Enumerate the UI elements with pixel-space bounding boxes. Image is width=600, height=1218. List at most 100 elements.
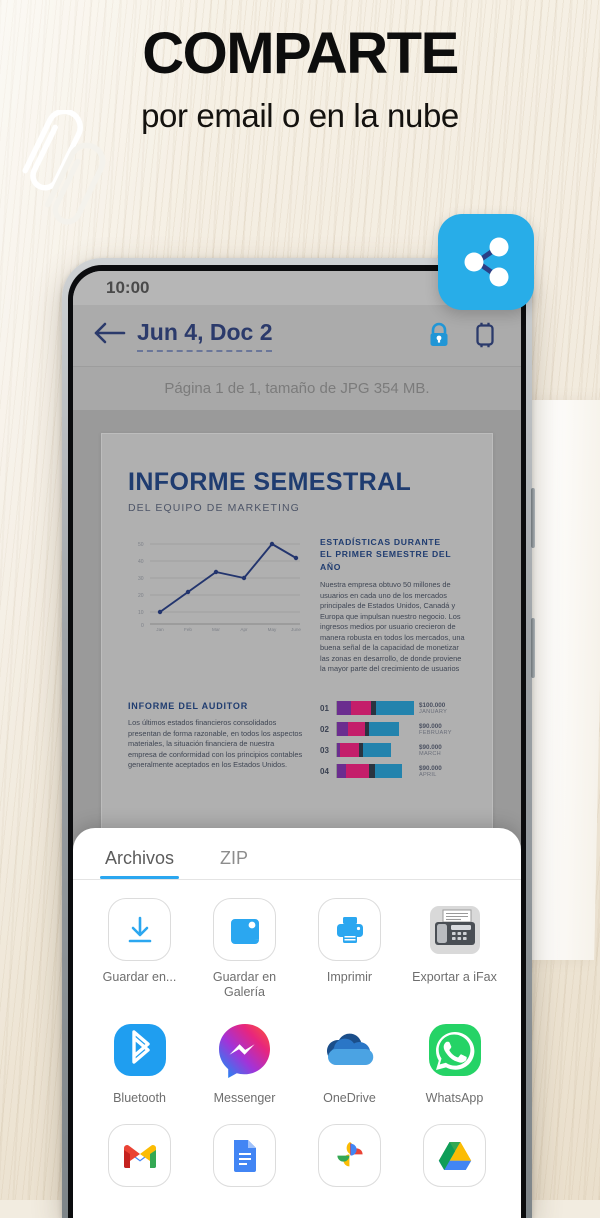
line-chart: 50 40 30 20 10 0 Jan Feb Mar Apr May Jun… <box>128 536 304 632</box>
bar-chart-row: 02 $90.000 FEBRUARY <box>320 722 466 736</box>
share-target-label: WhatsApp <box>425 1090 484 1105</box>
svg-text:50: 50 <box>138 542 144 548</box>
document-heading: INFORME SEMESTRAL <box>128 468 412 496</box>
bar-chart: 01 $100.000 JANUARY 02 $90.000 FEBRUARY … <box>320 701 466 785</box>
share-target-guardar-galeria[interactable]: Guardar en Galería <box>192 898 297 1001</box>
volume-down-button[interactable] <box>531 618 535 678</box>
share-target-label: Bluetooth <box>113 1090 166 1105</box>
stats-heading-line2: EL PRIMER SEMESTRE DEL AÑO <box>320 549 452 572</box>
share-target-google-docs[interactable] <box>192 1123 297 1196</box>
share-target-whatsapp[interactable]: WhatsApp <box>402 1019 507 1106</box>
bar-month: FEBRUARY <box>419 729 452 736</box>
share-target-label: Exportar a iFax <box>412 970 497 984</box>
gallery-icon <box>213 898 276 961</box>
svg-text:Feb: Feb <box>184 627 192 632</box>
app-bar: Jun 4, Doc 2 <box>73 305 521 367</box>
bar-segment <box>340 743 359 757</box>
bar-track <box>336 722 414 736</box>
crop-frame-icon[interactable] <box>471 321 501 351</box>
gmail-icon <box>108 1123 171 1187</box>
svg-text:Mar: Mar <box>212 627 220 632</box>
document-title-field[interactable]: Jun 4, Doc 2 <box>137 319 409 352</box>
share-target-google-photos[interactable] <box>297 1123 402 1196</box>
bar-segment <box>376 701 414 715</box>
share-target-guardar-en[interactable]: Guardar en... <box>87 898 192 1001</box>
share-target-label: Guardar en Galería <box>212 970 277 1000</box>
share-target-imprimir[interactable]: Imprimir <box>297 898 402 1001</box>
bar-index: 02 <box>320 724 329 734</box>
share-sheet-tabs: Archivos ZIP <box>73 828 521 880</box>
share-target-label: Guardar en... <box>102 970 177 984</box>
whatsapp-icon <box>423 1019 486 1082</box>
bar-track <box>336 701 414 715</box>
stats-heading-line1: ESTADÍSTICAS DURANTE <box>320 537 441 547</box>
google-photos-icon <box>318 1123 381 1187</box>
svg-text:June: June <box>291 627 301 632</box>
share-target-gmail[interactable] <box>87 1123 192 1196</box>
line-chart-column: 50 40 30 20 10 0 Jan Feb Mar Apr May Jun… <box>128 536 304 675</box>
bar-track <box>336 743 414 757</box>
svg-text:40: 40 <box>138 559 144 565</box>
share-target-ifax[interactable]: Exportar a iFax <box>402 898 507 1001</box>
share-target-label: Imprimir <box>326 970 373 984</box>
google-docs-icon <box>213 1123 276 1187</box>
svg-text:May: May <box>268 627 277 632</box>
tab-zip[interactable]: ZIP <box>218 848 250 879</box>
share-target-google-drive[interactable] <box>402 1123 507 1196</box>
share-badge[interactable] <box>438 214 534 310</box>
bar-track <box>336 764 414 778</box>
bar-chart-row: 01 $100.000 JANUARY <box>320 701 466 715</box>
bar-label: $90.000 FEBRUARY <box>414 723 466 736</box>
document-subheading: DEL EQUIPO DE MARKETING <box>128 502 300 514</box>
share-targets-row-2: Bluetooth Messenger OneDrive WhatsApp <box>73 1001 521 1106</box>
bar-segment <box>346 764 370 778</box>
back-arrow-icon[interactable] <box>93 320 129 351</box>
bar-amount: $90.000 <box>419 764 442 772</box>
svg-text:30: 30 <box>138 576 144 582</box>
bar-label: $90.000 APRIL <box>414 765 466 778</box>
page-subtitle: por email o en la nube <box>141 97 459 135</box>
document-title[interactable]: Jun 4, Doc 2 <box>137 319 273 352</box>
google-drive-icon <box>423 1123 486 1187</box>
page-info-bar: Página 1 de 1, tamaño de JPG 354 MB. <box>73 367 521 411</box>
share-target-bluetooth[interactable]: Bluetooth <box>87 1019 192 1106</box>
bar-segment <box>347 722 365 736</box>
svg-text:10: 10 <box>138 610 144 616</box>
fax-icon <box>423 898 486 961</box>
bar-month: JANUARY <box>419 708 448 715</box>
svg-text:0: 0 <box>141 623 144 629</box>
bar-segment <box>374 764 402 778</box>
lock-icon[interactable] <box>425 321 455 351</box>
bar-label: $90.000 MARCH <box>414 744 466 757</box>
bar-segment <box>337 701 351 715</box>
svg-text:Jan: Jan <box>156 627 164 632</box>
stats-column: ESTADÍSTICAS DURANTE EL PRIMER SEMESTRE … <box>320 536 466 675</box>
auditor-heading: INFORME DEL AUDITOR <box>128 701 249 711</box>
download-icon <box>108 898 171 961</box>
bar-segment <box>337 764 347 778</box>
bar-segment <box>350 701 371 715</box>
phone-bezel: 10:00 Jun 4, Doc 2 Página 1 de 1, tamaño… <box>68 265 526 1218</box>
share-targets-row-1: Guardar en... Guardar en Galería Imprimi… <box>73 880 521 1001</box>
share-nodes-icon <box>464 237 509 287</box>
phone-mockup: 10:00 Jun 4, Doc 2 Página 1 de 1, tamaño… <box>62 258 535 1218</box>
share-sheet: Archivos ZIP Guardar en... Guardar en Ga… <box>73 828 521 1218</box>
share-target-onedrive[interactable]: OneDrive <box>297 1019 402 1106</box>
bar-index: 01 <box>320 703 329 713</box>
svg-text:Apr: Apr <box>240 627 248 632</box>
volume-up-button[interactable] <box>531 488 535 548</box>
page-info-text: Página 1 de 1, tamaño de JPG 354 MB. <box>164 380 430 397</box>
share-target-messenger[interactable]: Messenger <box>192 1019 297 1106</box>
bar-segment <box>369 722 399 736</box>
bar-label: $100.000 JANUARY <box>414 702 466 715</box>
share-target-label: OneDrive <box>323 1090 376 1105</box>
bar-amount: $90.000 <box>419 743 442 751</box>
svg-text:20: 20 <box>138 593 144 599</box>
tab-archivos[interactable]: Archivos <box>99 848 180 879</box>
page-title: COMPARTE <box>142 21 459 86</box>
onedrive-icon <box>318 1019 381 1082</box>
bar-chart-row: 03 $90.000 MARCH <box>320 743 466 757</box>
auditor-text-column: INFORME DEL AUDITOR Los últimos estados … <box>128 701 304 785</box>
share-targets-row-3 <box>73 1106 521 1196</box>
share-target-label: Messenger <box>213 1090 276 1105</box>
